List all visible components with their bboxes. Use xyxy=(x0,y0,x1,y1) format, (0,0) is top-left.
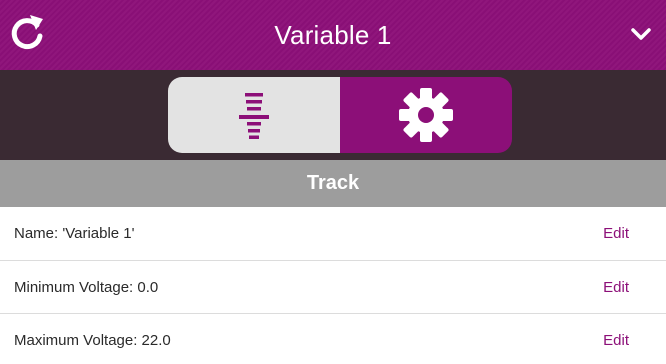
tab-settings[interactable] xyxy=(340,77,512,153)
maximum-voltage-label: Maximum Voltage: 22.0 xyxy=(14,332,171,349)
page-title: Variable 1 xyxy=(274,20,392,50)
settings-list: Name: 'Variable 1' Edit Minimum Voltage:… xyxy=(0,207,666,364)
list-item-maximum-voltage: Maximum Voltage: 22.0 Edit xyxy=(0,313,666,364)
tab-signal[interactable] xyxy=(168,77,340,153)
menu-dropdown-button[interactable] xyxy=(630,25,652,43)
list-item-minimum-voltage: Minimum Voltage: 0.0 Edit xyxy=(0,260,666,313)
minimum-voltage-label: Minimum Voltage: 0.0 xyxy=(14,279,159,296)
app-screen: Variable 1 Track Name: 'Variable 1' Edit… xyxy=(0,0,666,364)
top-bar: Variable 1 xyxy=(0,0,666,70)
signal-tower-icon xyxy=(239,93,269,139)
chevron-down-icon xyxy=(631,28,651,40)
gear-icon xyxy=(399,88,453,142)
list-item-name: Name: 'Variable 1' Edit xyxy=(0,207,666,260)
edit-name-button[interactable]: Edit xyxy=(603,207,629,260)
mode-segmented-control xyxy=(168,77,512,153)
mode-toolbar xyxy=(0,70,666,160)
edit-minimum-voltage-button[interactable]: Edit xyxy=(603,261,629,314)
section-header-track: Track xyxy=(0,160,666,207)
edit-maximum-voltage-button[interactable]: Edit xyxy=(603,314,629,364)
name-label: Name: 'Variable 1' xyxy=(14,225,135,242)
